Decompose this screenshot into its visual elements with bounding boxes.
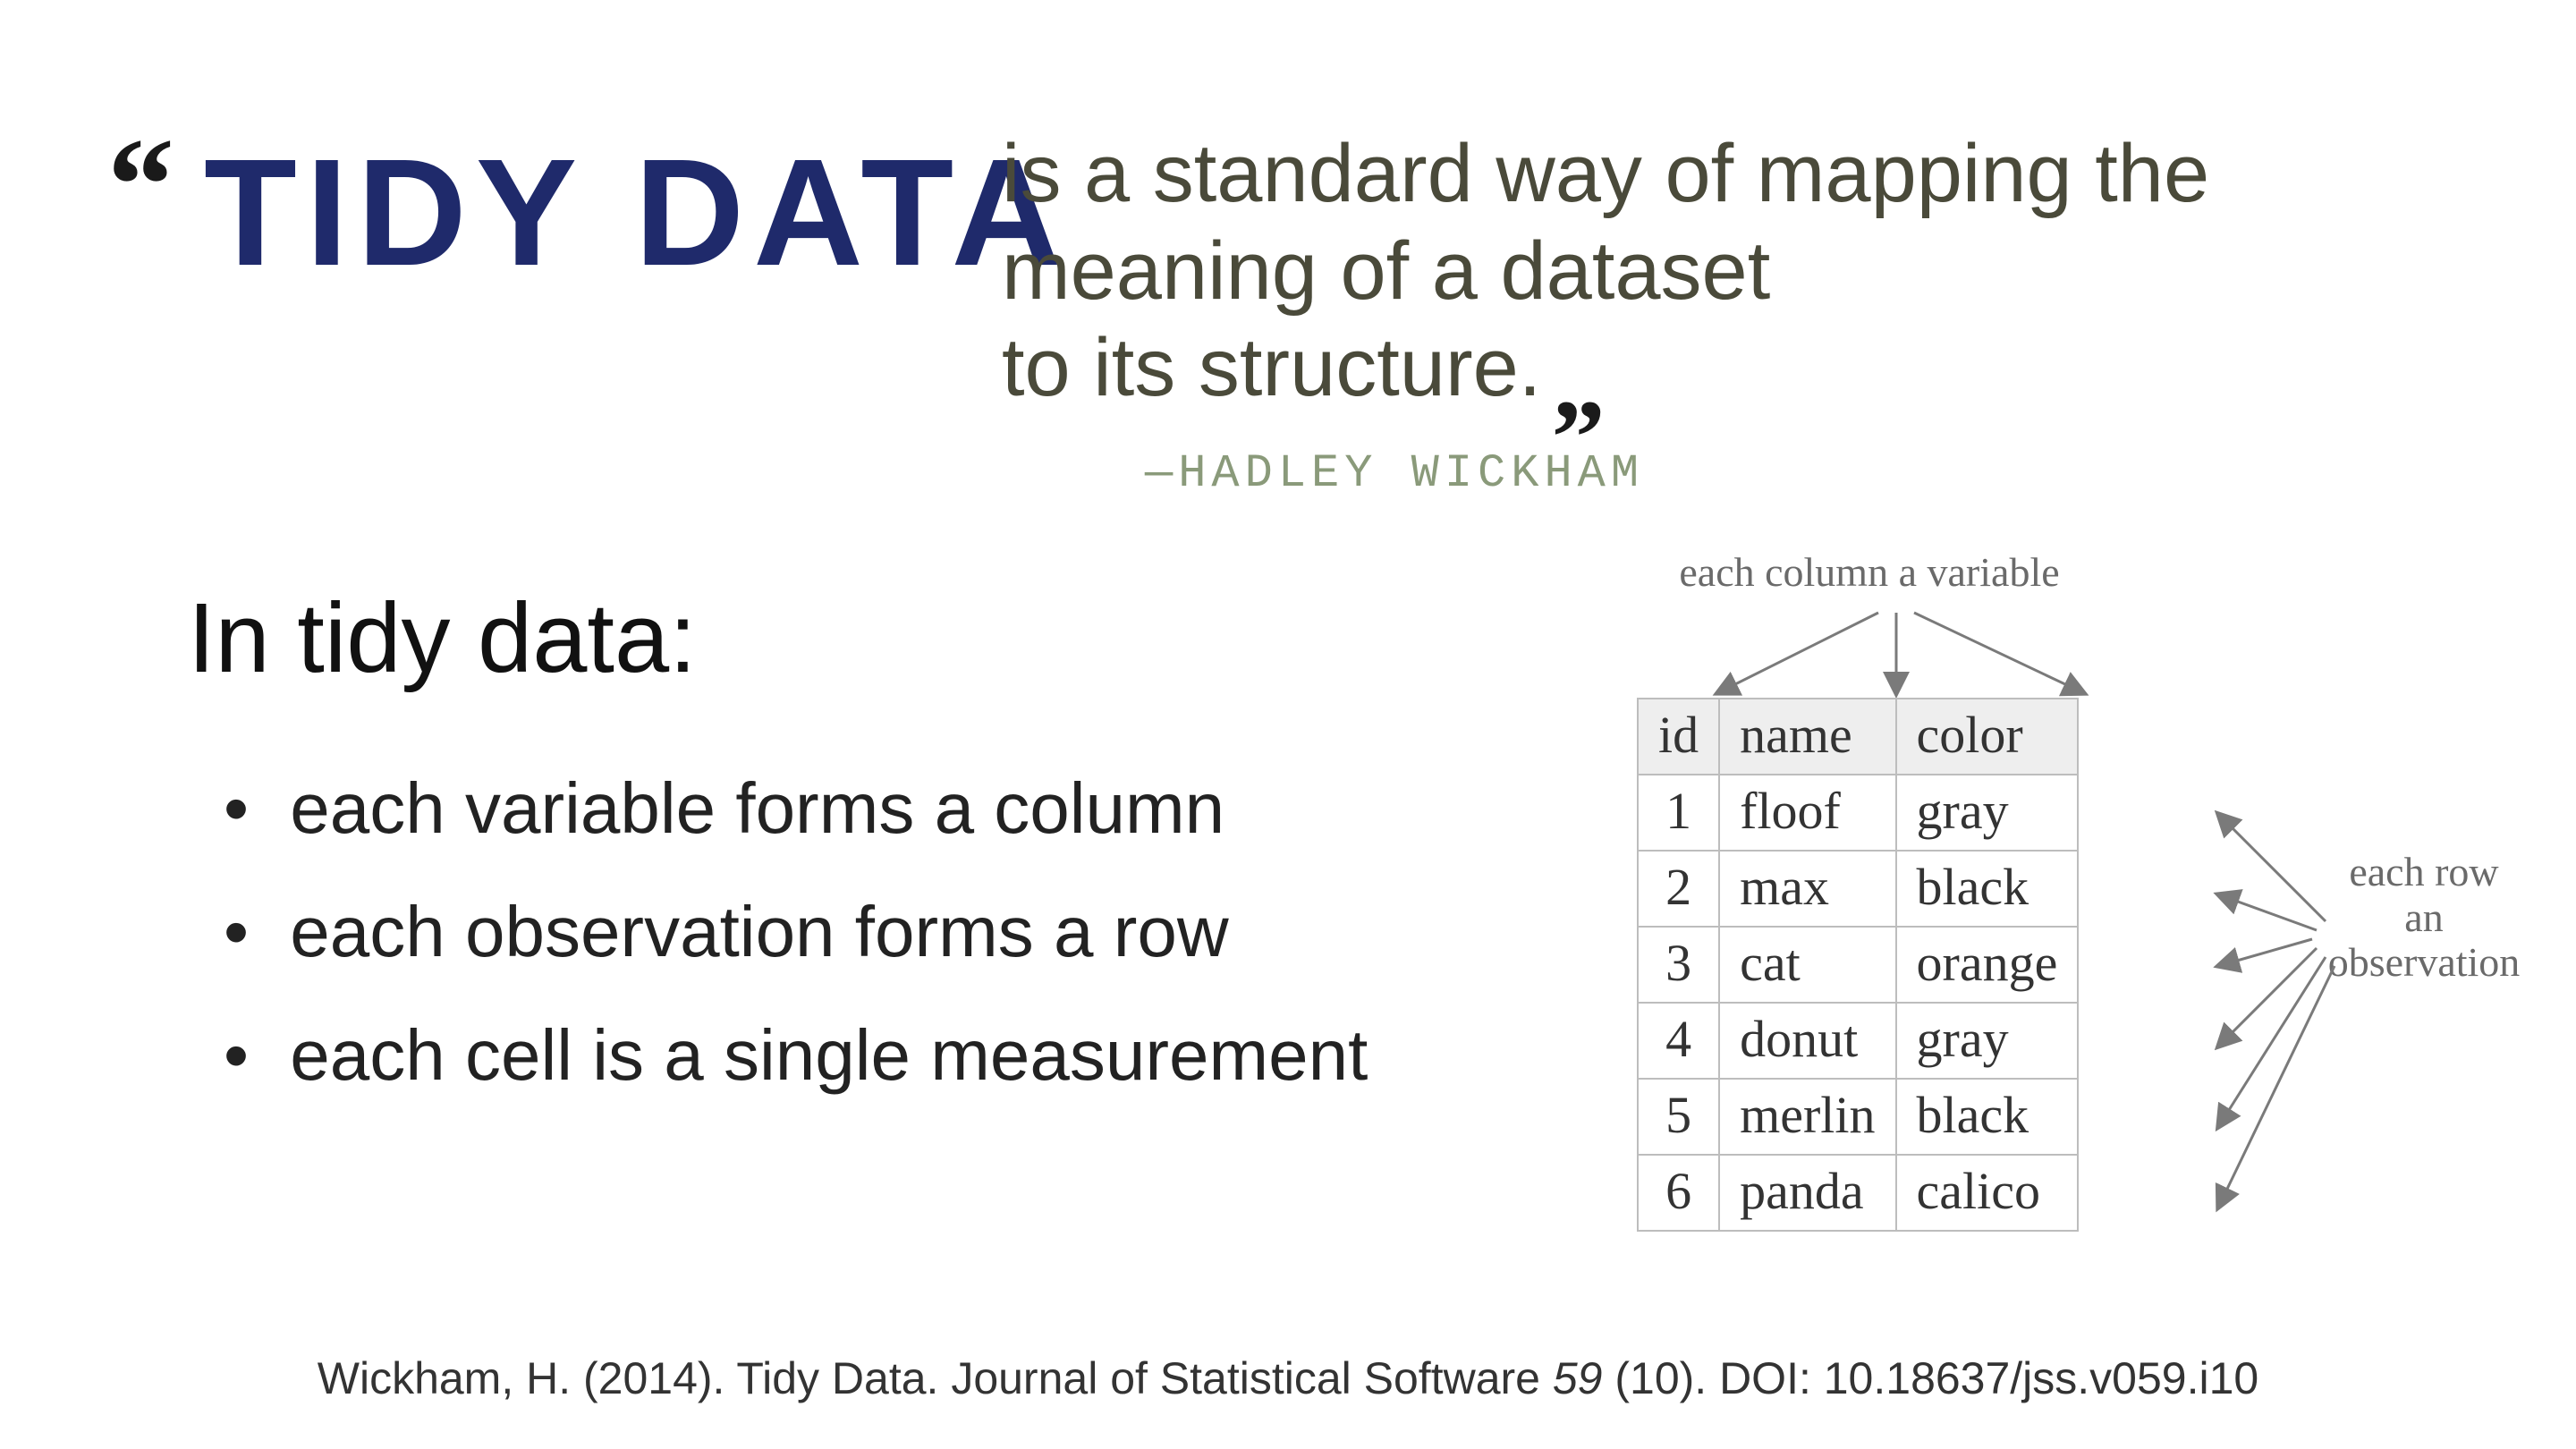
structure-highlight: structure (1199, 319, 1519, 417)
citation-issue: (10). DOI: 10.18637/jss.v059.i10 (1602, 1353, 2258, 1403)
example-table-wrap: id name color 1floofgray 2maxblack 3cato… (1637, 698, 2079, 1232)
slide: “ TIDY DATA is a standard way of mapping… (0, 0, 2576, 1449)
definition-line-2-post: of a dataset (1318, 225, 1770, 317)
bullet-1-hl2: column (994, 751, 1224, 866)
bullet-3-hl1: cell (465, 998, 572, 1113)
table-row: 5merlinblack (1638, 1079, 2078, 1155)
tidy-data-highlight: TIDY DATA (188, 125, 1086, 301)
section-heading: In tidy data: (188, 581, 697, 695)
quote-attribution: —HADLEY WICKHAM (1145, 447, 1644, 500)
table-header-id: id (1638, 699, 1719, 775)
table-row: 3catorange (1638, 927, 2078, 1003)
definition-line-3: to its structure. “ (1002, 319, 2433, 417)
section-heading-text: In tidy data: (188, 581, 697, 695)
quote-title-block: TIDY DATA (188, 125, 1086, 301)
bullet-1-hl1: variable (465, 751, 716, 866)
definition-line-3-post: . (1519, 322, 1542, 413)
definition-line-3-pre: to its (1002, 322, 1199, 413)
open-quote-icon: “ (107, 152, 158, 219)
tidy-data-title: TIDY DATA (188, 125, 1086, 301)
bullet-3: each cell is a single measurement (224, 998, 1368, 1113)
table-row: 2maxblack (1638, 851, 2078, 927)
row-arrows-icon (2209, 787, 2576, 1252)
definition-line-1: is a standard way of mapping the (1002, 125, 2433, 223)
citation-volume: 59 (1553, 1353, 1603, 1403)
bullet-list: each variable forms a column each observ… (224, 751, 1368, 1122)
bullet-3-hl2: single measurement (724, 998, 1368, 1113)
table-row: 1floofgray (1638, 775, 2078, 851)
quote-definition: is a standard way of mapping the meaning… (1002, 125, 2433, 417)
table-row: 6pandacalico (1638, 1155, 2078, 1231)
definition-line-2: meaning of a dataset (1002, 223, 2433, 320)
citation-journal: Journal of Statistical Software (951, 1353, 1553, 1403)
table-header-name: name (1719, 699, 1895, 775)
annotation-columns: each column a variable (1619, 550, 2120, 596)
citation: Wickham, H. (2014). Tidy Data. Journal o… (0, 1352, 2576, 1404)
bullet-1: each variable forms a column (224, 751, 1368, 866)
meaning-highlight: meaning (1002, 223, 1318, 320)
bullet-2-hl2: row (1114, 875, 1229, 989)
table-header-row: id name color (1638, 699, 2078, 775)
example-table: id name color 1floofgray 2maxblack 3cato… (1637, 698, 2079, 1232)
citation-author: Wickham, H. (2014). Tidy Data. (318, 1353, 952, 1403)
close-quote-icon: “ (1564, 372, 1606, 426)
bullet-2: each observation forms a row (224, 875, 1368, 989)
bullet-2-hl1: observation (465, 875, 835, 989)
table-row: 4donutgray (1638, 1003, 2078, 1079)
column-arrows-icon (1637, 608, 2209, 707)
table-header-color: color (1896, 699, 2079, 775)
